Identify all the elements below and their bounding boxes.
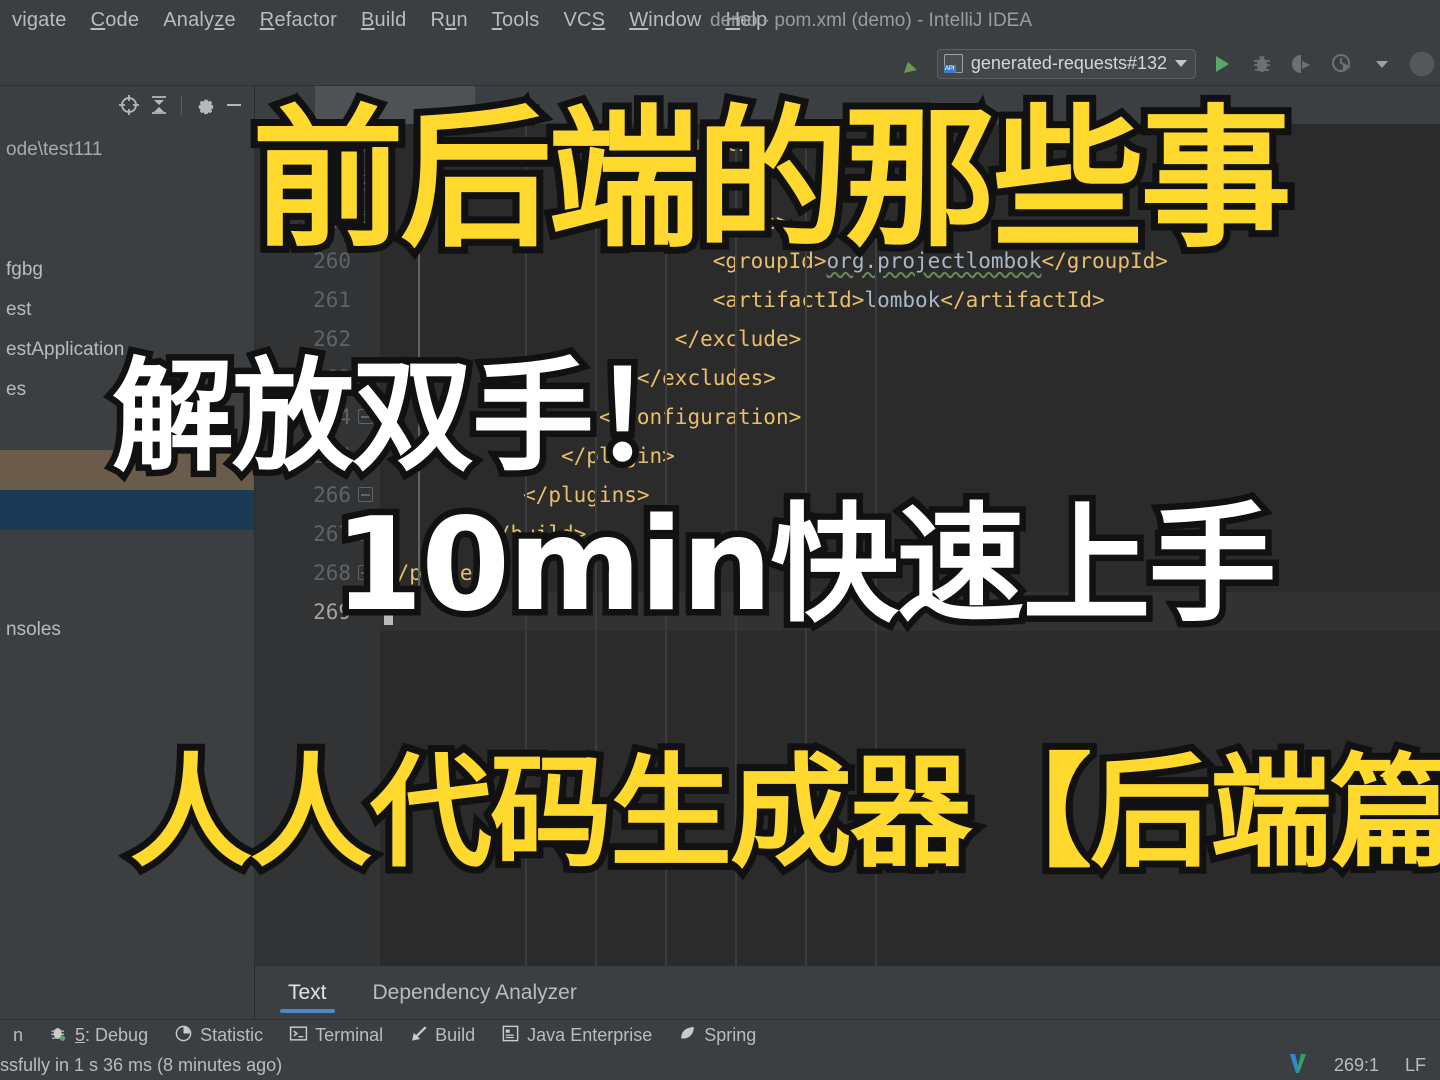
- tree-item-path[interactable]: ode\test111: [0, 130, 254, 170]
- tool-window-debug-label: 5: Debug: [75, 1025, 149, 1045]
- chevron-down-icon[interactable]: [1368, 50, 1396, 78]
- tool-window-statistic[interactable]: Statistic: [161, 1024, 276, 1048]
- menu-item-vcs[interactable]: VCS: [551, 9, 617, 32]
- api-icon: [943, 54, 963, 73]
- tool-window-truncated[interactable]: n: [0, 1025, 36, 1046]
- locate-icon[interactable]: [115, 91, 143, 119]
- chevron-down-icon: [1175, 60, 1187, 67]
- project-toolbar: [0, 86, 254, 124]
- status-bar: ssfully in 1 s 36 ms (8 minutes ago) 269…: [0, 1051, 1440, 1080]
- tree-item-consoles[interactable]: nsoles: [0, 610, 254, 650]
- overlay-title-mid1: 解放双手！: [106, 346, 721, 488]
- overlay-title-bottom: 人人代码生成器【后端篇】: [123, 742, 1440, 884]
- xml-tag: </artifactId>: [940, 287, 1105, 312]
- tool-window-build[interactable]: Build: [396, 1024, 488, 1048]
- menu-item-code[interactable]: Code: [79, 9, 152, 32]
- status-message: ssfully in 1 s 36 ms (8 minutes ago): [0, 1055, 283, 1075]
- caret-position[interactable]: 269:1: [1334, 1055, 1379, 1076]
- menu-item-analyze[interactable]: Analyze: [151, 9, 248, 32]
- tool-window-terminal[interactable]: Terminal: [276, 1024, 396, 1048]
- run-icon[interactable]: [1208, 50, 1236, 78]
- menu-code-rest: ode: [105, 9, 140, 31]
- menu-item-navigate[interactable]: vigate: [0, 9, 79, 32]
- menu-item-tools[interactable]: Tools: [480, 9, 552, 32]
- overlay-title-top: 前后端的那些事: [245, 91, 1299, 268]
- tree-blank-row: [0, 570, 254, 610]
- spring-icon: [678, 1024, 697, 1048]
- tab-dependency-analyzer[interactable]: Dependency Analyzer: [365, 966, 585, 1019]
- java-enterprise-icon: [501, 1024, 520, 1048]
- tool-window-spring[interactable]: Spring: [665, 1024, 769, 1048]
- run-with-coverage-icon[interactable]: [1288, 50, 1316, 78]
- code-line[interactable]: 261 <artifactId>lombok</artifactId>: [255, 280, 1440, 319]
- minimize-icon[interactable]: [220, 91, 248, 119]
- tool-window-bar: n 5: Debug Statistic Terminal Build Java…: [0, 1019, 1440, 1051]
- code-text: <artifactId>lombok</artifactId>: [380, 288, 1105, 312]
- build-icon: [409, 1024, 428, 1048]
- menu-item-run[interactable]: Run: [418, 9, 479, 32]
- run-configuration-label: generated-requests#132: [970, 53, 1167, 73]
- debug-icon: [49, 1024, 68, 1048]
- ide-window: vigate Code Analyze Refactor Build Run T…: [0, 0, 1440, 1080]
- tree-item-est[interactable]: est: [0, 290, 254, 330]
- overlay-title-mid2: 10min快速上手: [328, 491, 1284, 640]
- vim-icon[interactable]: [1288, 1052, 1308, 1079]
- editor-bottom-tabs: Text Dependency Analyzer: [255, 966, 1440, 1019]
- toolbar-divider: [181, 95, 182, 115]
- tree-blank-row: [0, 530, 254, 570]
- tool-window-debug[interactable]: 5: Debug: [36, 1024, 161, 1048]
- collapse-all-icon[interactable]: [145, 91, 173, 119]
- statistic-icon: [174, 1024, 193, 1048]
- menu-item-build[interactable]: Build: [349, 9, 418, 32]
- run-configuration-selector[interactable]: generated-requests#132: [936, 48, 1196, 79]
- tree-blank-row: [0, 170, 254, 210]
- user-avatar-icon[interactable]: [1408, 50, 1436, 78]
- line-number: 261: [313, 287, 351, 312]
- debug-icon[interactable]: [1248, 50, 1276, 78]
- menu-item-window[interactable]: Window: [617, 9, 713, 32]
- back-arrow-icon[interactable]: [897, 50, 925, 78]
- main-toolbar: generated-requests#132: [0, 41, 1440, 86]
- tree-item-selected[interactable]: [0, 490, 254, 530]
- profiler-icon[interactable]: [1328, 50, 1356, 78]
- line-separator[interactable]: LF: [1405, 1055, 1426, 1076]
- terminal-icon: [289, 1024, 308, 1048]
- tool-window-java-enterprise[interactable]: Java Enterprise: [488, 1024, 665, 1048]
- window-title: demo - pom.xml (demo) - IntelliJ IDEA: [710, 9, 1033, 31]
- tree-item-fgbg[interactable]: fgbg: [0, 250, 254, 290]
- menu-item-refactor[interactable]: Refactor: [248, 9, 349, 32]
- settings-icon[interactable]: [190, 91, 218, 119]
- tree-blank-row: [0, 210, 254, 250]
- tab-text[interactable]: Text: [280, 966, 335, 1019]
